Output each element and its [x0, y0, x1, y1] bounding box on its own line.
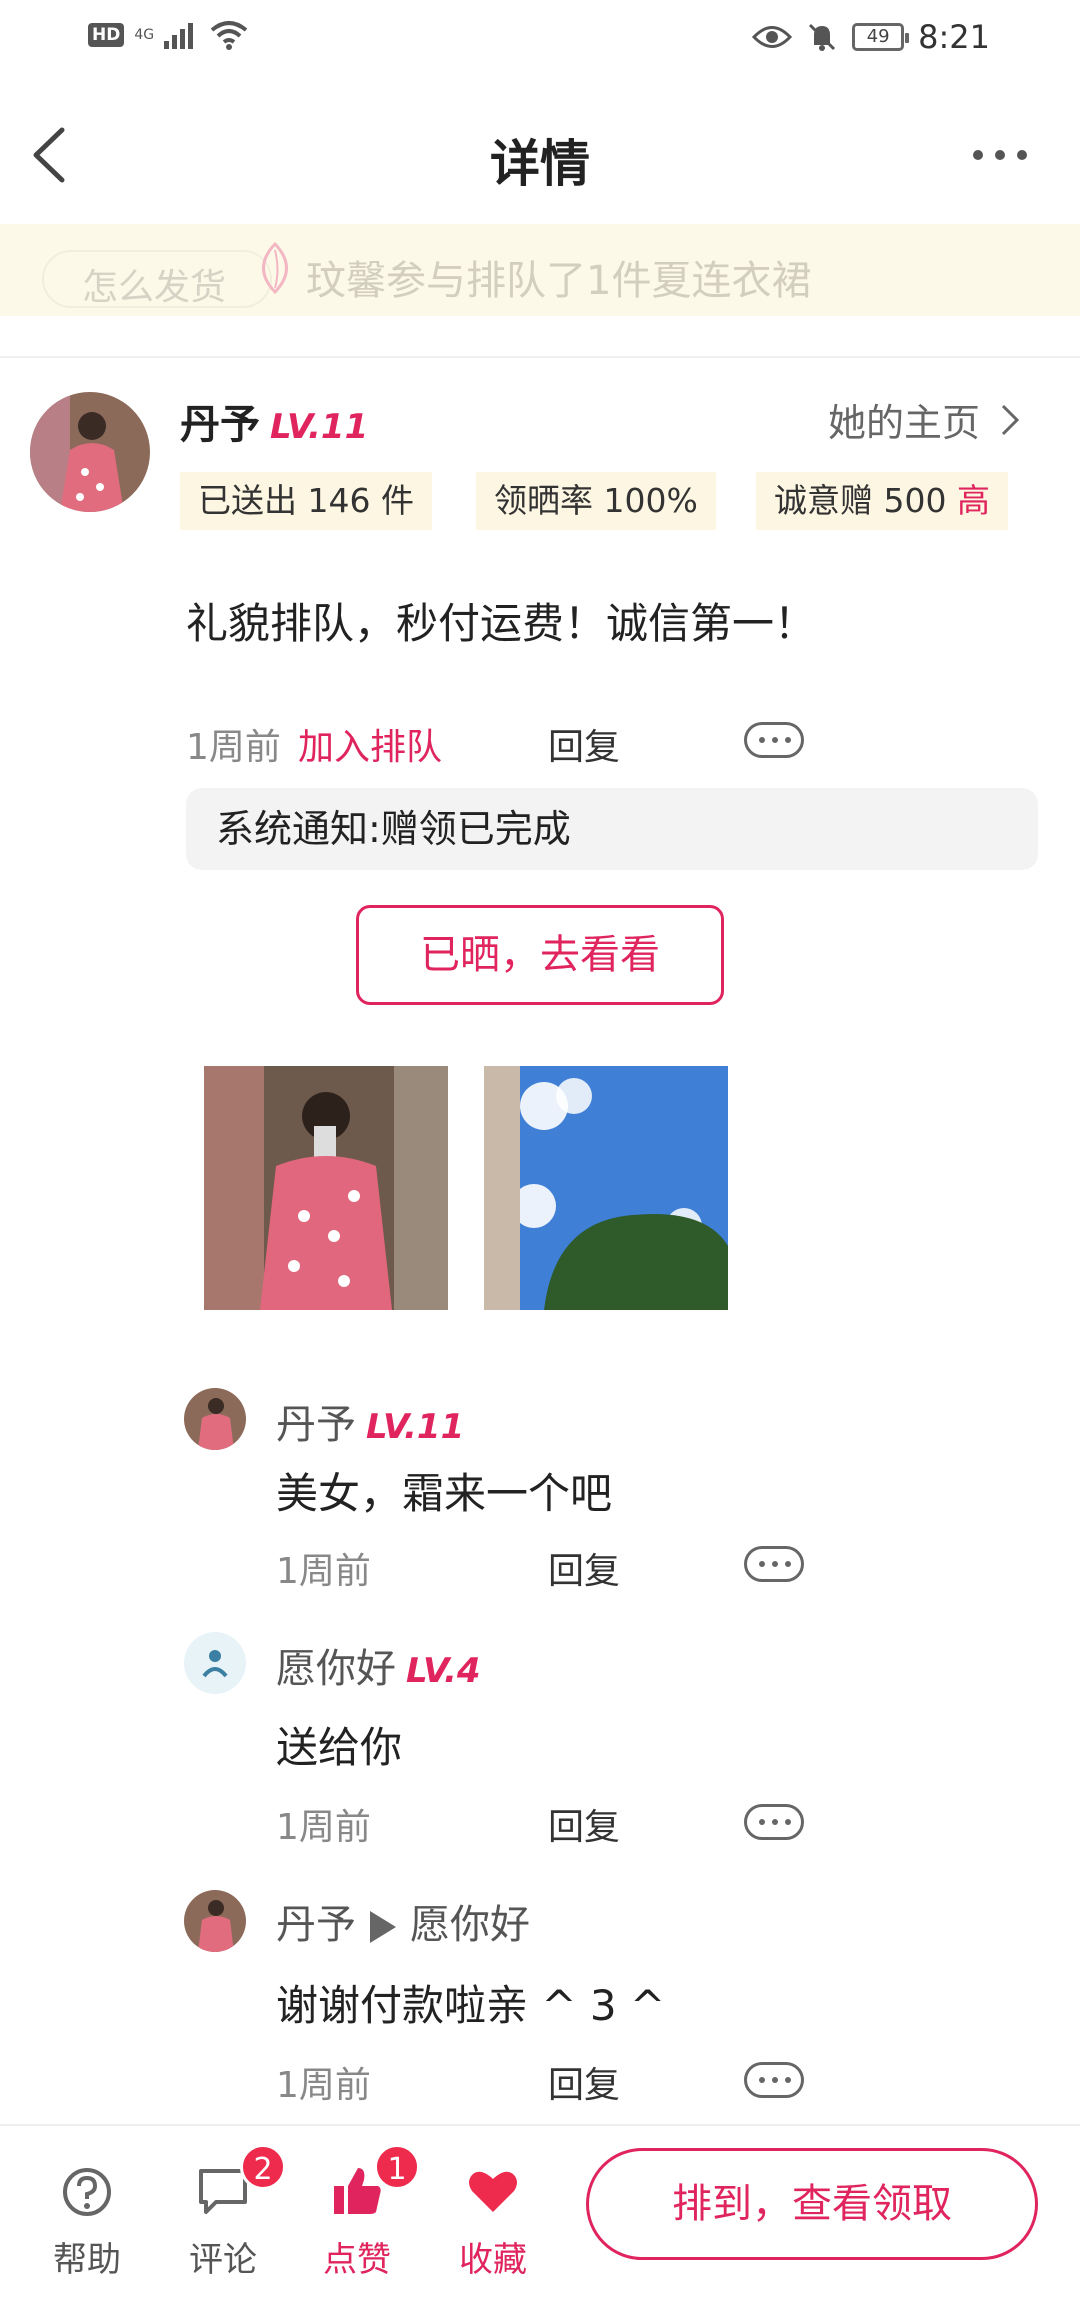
activity-ticker-banner: 怎么发货 玟馨参与排队了1件夏连衣裙 [0, 224, 1080, 316]
reply-button[interactable]: 回复 [548, 1542, 620, 1594]
favorite-label[interactable]: 收藏 [438, 2232, 548, 2281]
stat-sincerity: 诚意赠 500 高 [756, 472, 1008, 530]
commenter-avatar[interactable] [184, 1632, 246, 1694]
commenter-avatar[interactable] [184, 1388, 246, 1450]
commenter-level: LV.11 [366, 1407, 465, 1447]
comment-text: 谢谢付款啦亲 ^ 3 ^ [276, 1981, 666, 2030]
more-actions-icon[interactable] [744, 1804, 804, 1840]
avatar[interactable] [30, 392, 150, 512]
more-options-icon[interactable] [970, 140, 1030, 170]
like-label[interactable]: 点赞 [302, 2232, 412, 2281]
homepage-label[interactable]: 她的主页 [828, 392, 980, 447]
eye-icon [752, 26, 793, 48]
comment-time: 1周前 [276, 1807, 371, 1848]
comment-text: 美女，霜来一个吧 [276, 1469, 613, 1518]
status-left: HD 4G [88, 20, 248, 50]
commenter-name-text[interactable]: 愿你好 [276, 1646, 396, 1692]
reply-button[interactable]: 回复 [548, 2056, 620, 2108]
comment-text: 送给你 [276, 1723, 403, 1772]
status-bar: HD 4G 49 8:21 [0, 0, 1080, 80]
her-homepage-link[interactable]: 她的主页 [828, 392, 1020, 447]
post-time: 1周前 [186, 727, 281, 768]
reply-target-name[interactable]: 愿你好 [410, 1902, 530, 1948]
stat-rate: 领晒率 100% [476, 472, 716, 530]
more-actions-icon[interactable] [744, 722, 804, 758]
status-right: 49 8:21 [752, 18, 990, 56]
commenter-name[interactable]: 丹予 LV.11 [276, 1392, 464, 1450]
clock: 8:21 [918, 18, 990, 56]
comment-count-badge: 2 [240, 2144, 286, 2190]
user-name-text[interactable]: 丹予 [180, 402, 260, 448]
view-shown-button[interactable]: 已晒，去看看 [356, 905, 724, 1005]
wifi-icon [210, 21, 248, 50]
commenter-name-text[interactable]: 丹予 [276, 1402, 356, 1448]
comment-label[interactable]: 评论 [168, 2232, 278, 2281]
signal-icon [164, 23, 194, 49]
petal-icon [262, 241, 288, 295]
network-type: 4G [134, 27, 155, 43]
comment-time: 1周前 [276, 2065, 371, 2106]
view-claim-button[interactable]: 排到，查看领取 [586, 2148, 1038, 2260]
shipping-question[interactable]: 怎么发货 [82, 258, 226, 310]
commenter-level: LV.4 [406, 1651, 481, 1691]
commenter-name-text[interactable]: 丹予 [276, 1902, 356, 1948]
mute-bell-icon [809, 23, 836, 51]
post-photo[interactable] [484, 1066, 728, 1310]
commenter-avatar[interactable] [184, 1890, 246, 1952]
tab-comment[interactable]: 2 评论 [168, 2144, 286, 2281]
sincerity-tag: 高 [956, 481, 990, 520]
like-count-badge: 1 [374, 2144, 420, 2190]
chevron-right-icon [1001, 404, 1020, 435]
tab-favorite[interactable]: 收藏 [438, 2156, 548, 2281]
post-text: 礼貌排队，秒付运费！诚信第一！ [186, 599, 817, 648]
user-level: LV.11 [270, 407, 369, 447]
help-label[interactable]: 帮助 [32, 2232, 142, 2281]
reply-button[interactable]: 回复 [548, 1798, 620, 1850]
navigation-bar: 详情 [0, 80, 1080, 230]
page-title: 详情 [490, 135, 590, 193]
sincerity-text: 诚意赠 500 [774, 481, 947, 520]
post-photo[interactable] [204, 1066, 448, 1310]
more-actions-icon[interactable] [744, 1546, 804, 1582]
heart-icon [469, 2171, 517, 2212]
help-icon [63, 2168, 111, 2216]
tab-help[interactable]: 帮助 [32, 2156, 142, 2281]
user-name[interactable]: 丹予 LV.11 [180, 392, 368, 450]
section-divider [0, 356, 1080, 358]
tab-like[interactable]: 1 点赞 [302, 2144, 420, 2281]
comment-time: 1周前 [276, 1551, 371, 1592]
hd-indicator: HD [88, 23, 125, 47]
system-notice: 系统通知:赠领已完成 [186, 788, 1038, 870]
reply-button[interactable]: 回复 [548, 718, 620, 770]
bottom-action-bar: 帮助 2 评论 1 点赞 收藏 排到，查看领取 [0, 2124, 1080, 2312]
ticker-text: 玟馨参与排队了1件夏连衣裙 [306, 258, 812, 304]
commenter-name[interactable]: 丹予 愿你好 [276, 1892, 530, 1950]
stat-sent: 已送出 146 件 [180, 472, 432, 530]
join-queue-link[interactable]: 加入排队 [298, 718, 442, 770]
more-actions-icon[interactable] [744, 2062, 804, 2098]
reply-to-arrow-icon [370, 1911, 396, 1943]
battery-icon: 49 [852, 23, 910, 51]
commenter-name[interactable]: 愿你好 LV.4 [276, 1636, 481, 1694]
